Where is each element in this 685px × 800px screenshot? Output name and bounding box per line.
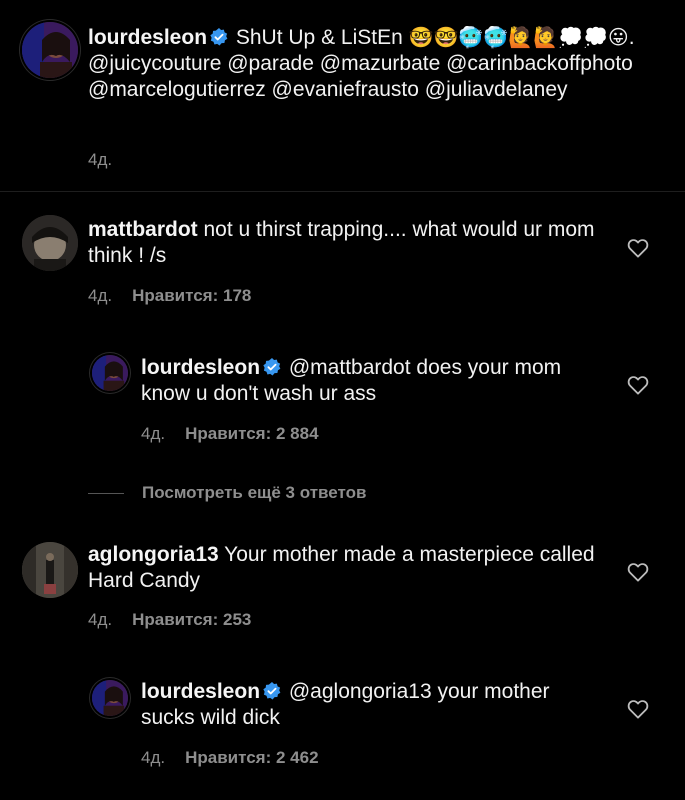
reply-time: 4д. xyxy=(141,424,166,443)
verified-badge-icon xyxy=(210,28,228,46)
view-more-label: Посмотреть ещё 3 ответов xyxy=(142,483,367,502)
heart-outline-icon[interactable] xyxy=(627,238,649,258)
reply-likes[interactable]: Нравится: 2 884 xyxy=(185,424,318,443)
avatar-photo xyxy=(92,680,128,716)
caption-divider xyxy=(0,191,685,192)
heart-outline-icon[interactable] xyxy=(627,562,649,582)
heart-outline-icon[interactable] xyxy=(627,375,649,395)
caption-avatar[interactable] xyxy=(22,22,78,78)
caption-username[interactable]: lourdesleon xyxy=(88,26,207,49)
reply-avatar[interactable] xyxy=(92,680,128,716)
comment-avatar[interactable] xyxy=(22,215,78,271)
caption-emojis: 🤓🤓🥶🥶🙋🙋💭💭😛 xyxy=(408,25,629,49)
comment-username[interactable]: aglongoria13 xyxy=(88,543,219,566)
comment-avatar[interactable] xyxy=(22,542,78,598)
comment-username[interactable]: mattbardot xyxy=(88,218,198,241)
reply-username[interactable]: lourdesleon xyxy=(141,680,260,703)
reply-username[interactable]: lourdesleon xyxy=(141,356,260,379)
avatar-photo xyxy=(22,542,78,598)
avatar-photo xyxy=(22,22,78,78)
avatar-photo xyxy=(22,215,78,271)
verified-badge-icon xyxy=(263,682,281,700)
heart-outline-icon[interactable] xyxy=(627,699,649,719)
view-more-line xyxy=(88,492,124,494)
comment-time: 4д. xyxy=(88,286,113,305)
reply-avatar[interactable] xyxy=(92,355,128,391)
reply-likes[interactable]: Нравится: 2 462 xyxy=(185,748,318,767)
view-more-replies-button[interactable]: Посмотреть ещё 3 ответов xyxy=(88,483,366,503)
avatar-photo xyxy=(92,355,128,391)
comment-likes[interactable]: Нравится: 253 xyxy=(132,610,251,629)
caption-text: ShUt Up & LiStEn xyxy=(230,26,409,49)
verified-badge-icon xyxy=(263,358,281,376)
reply-time: 4д. xyxy=(141,748,166,767)
comment-time: 4д. xyxy=(88,610,113,629)
comment-likes[interactable]: Нравится: 178 xyxy=(132,286,251,305)
caption-time: 4д. xyxy=(88,150,113,169)
